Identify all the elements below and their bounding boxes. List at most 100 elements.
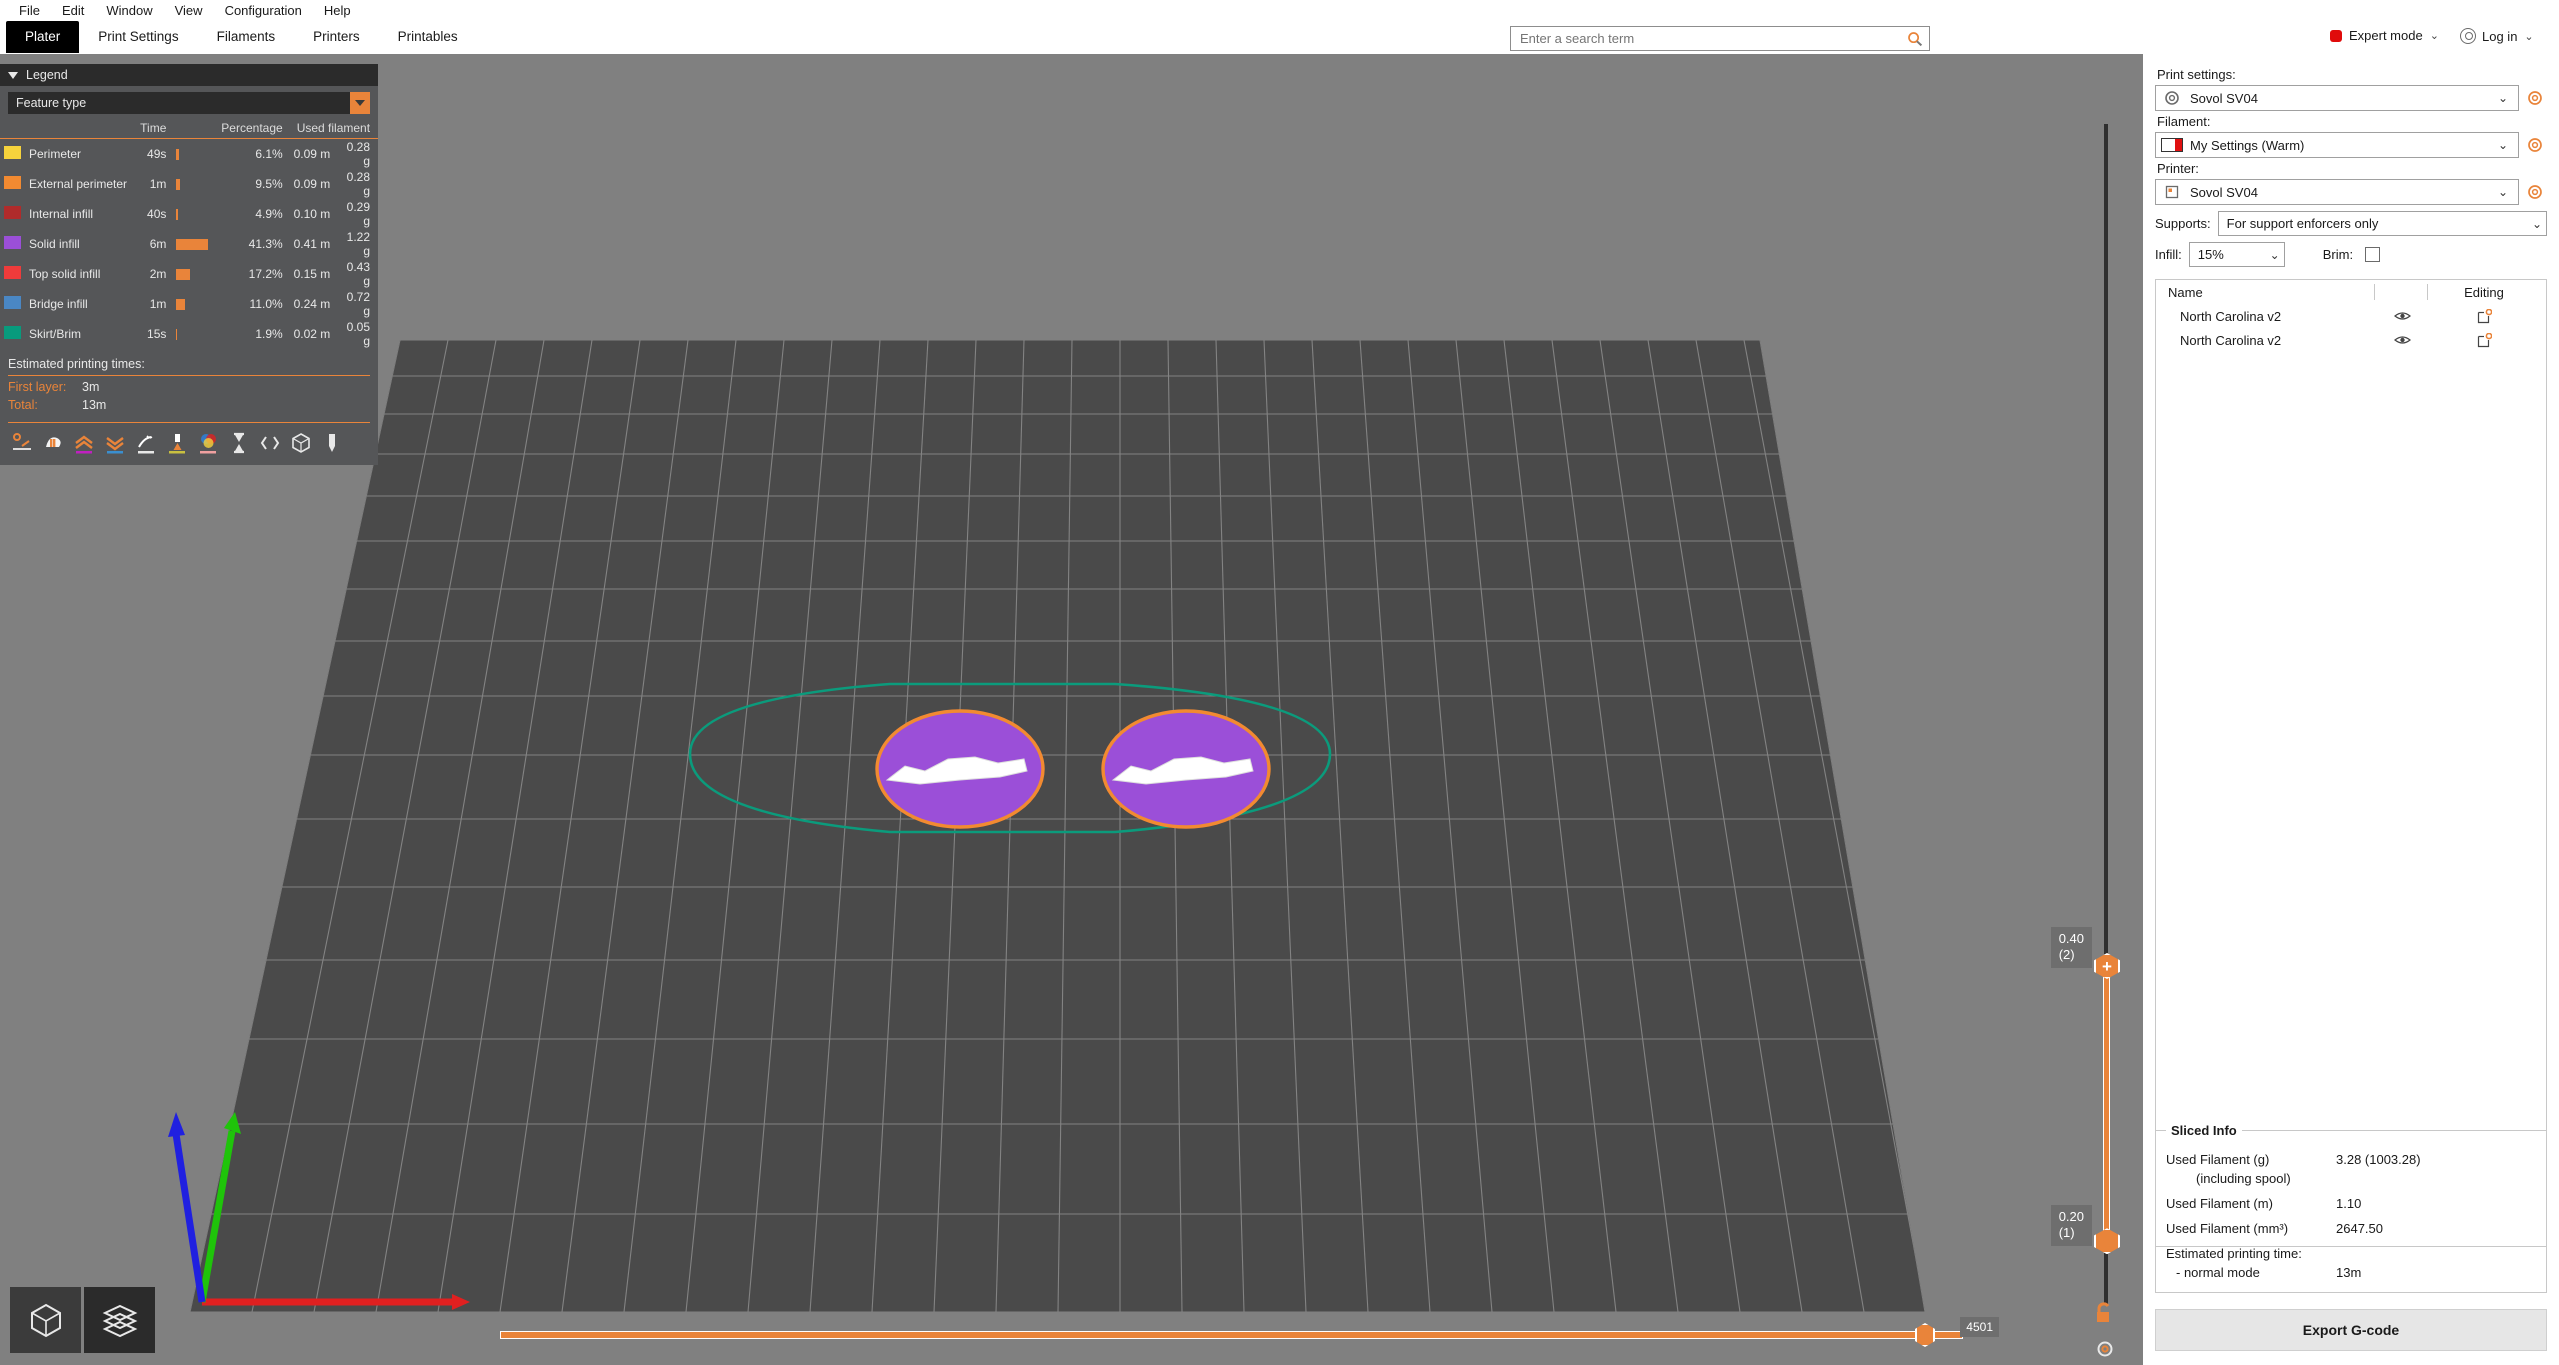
total-label: Total: [8,398,38,412]
percentage-bar [176,298,186,310]
supports-select[interactable]: For support enforcers only ⌄ [2217,211,2547,236]
editor-view-toggle[interactable] [10,1287,81,1353]
chevron-down-icon[interactable]: ⌄ [2492,185,2514,199]
feature-grams: 0.28 g [346,170,370,198]
chevron-down-icon[interactable]: ⌄ [2520,217,2542,231]
collapse-triangle-icon[interactable] [8,71,18,79]
unlocked-icon[interactable] [2093,1301,2115,1331]
view-type-selector[interactable]: Feature type [8,92,370,114]
menu-item-configuration[interactable]: Configuration [214,1,313,20]
retractions-icon[interactable] [41,431,65,455]
percentage-bar [176,148,179,160]
login-control[interactable]: Log in ⌄ [2460,28,2534,44]
sliced-info-subkey: (including spool) [2196,1171,2291,1186]
percentage-bar [176,268,190,280]
legend-row-external-perimeter[interactable]: External perimeter 1m 9.5% 0.09 m 0.28 g [0,169,378,199]
legend-header[interactable]: Legend [0,64,378,86]
menu-item-help[interactable]: Help [313,1,362,20]
shells-icon[interactable] [289,431,313,455]
legend-row-bridge-infill[interactable]: Bridge infill 1m 11.0% 0.24 m 0.72 g [0,289,378,319]
move-slider-horizontal[interactable]: 4501 [500,1317,1999,1347]
tab-printers[interactable]: Printers [294,21,379,53]
color-swatch [4,206,21,219]
sliced-info-value: 13m [2336,1265,2362,1280]
chevron-down-icon[interactable]: ⌄ [2492,138,2514,152]
tab-plater[interactable]: Plater [6,21,80,53]
supports-row: Supports: For support enforcers only ⌄ [2155,211,2547,236]
filament-edit-button[interactable] [2523,137,2547,153]
feature-meters: 0.24 m [293,297,331,311]
filament-select[interactable]: My Settings (Warm) ⌄ [2155,132,2519,158]
gear-icon[interactable] [2095,1339,2115,1359]
chevron-down-icon[interactable]: ⌄ [2258,248,2280,262]
sliced-info-subkey: - normal mode [2176,1265,2260,1280]
percentage-bar [176,238,208,250]
3d-viewport[interactable]: Legend Feature type Time Percentage Used… [0,54,2143,1365]
avatar [2460,28,2476,44]
lower-layer-index: (1) [2058,1224,2075,1240]
deretractions-icon[interactable] [103,431,127,455]
editing-icon[interactable] [2428,308,2540,324]
sliced-info-value: 3.28 (1003.28) [2336,1152,2421,1167]
custom-gcode-icon[interactable] [258,431,282,455]
sliced-info-row-grams-sub: (including spool) [2166,1169,2536,1188]
feature-meters: 0.41 m [293,237,331,251]
feature-meters: 0.02 m [293,327,331,341]
pause-prints-icon[interactable] [227,431,251,455]
color-changes-icon[interactable] [196,431,220,455]
legend-title: Legend [26,68,68,82]
printer-select[interactable]: Sovol SV04 ⌄ [2155,179,2519,205]
legend-row-solid-infill[interactable]: Solid infill 6m 41.3% 0.41 m 1.22 g [0,229,378,259]
printer-edit-button[interactable] [2523,184,2547,200]
brim-checkbox[interactable] [2365,247,2381,262]
infill-select[interactable]: 15% ⌄ [2188,242,2285,267]
print-settings-select[interactable]: Sovol SV04 ⌄ [2155,85,2519,111]
object-list-row[interactable]: North Carolina v2 [2156,328,2546,352]
chevron-down-icon[interactable] [350,92,370,114]
printer-label: Printer: [2157,161,2199,176]
chevron-down-icon[interactable]: ⌄ [2430,29,2439,42]
feature-time: 1m [149,297,167,311]
export-gcode-button[interactable]: Export G-code [2155,1309,2547,1351]
feature-grams: 0.28 g [346,140,370,168]
feature-percent: 6.1% [255,147,283,161]
search-input[interactable] [1520,31,1907,46]
legend-row-internal-infill[interactable]: Internal infill 40s 4.9% 0.10 m 0.29 g [0,199,378,229]
move-slider-track[interactable] [500,1331,1963,1339]
feature-percent: 1.9% [255,327,283,341]
tab-print-settings[interactable]: Print Settings [79,21,197,53]
object-list-row[interactable]: North Carolina v2 [2156,304,2546,328]
tool-marker-icon[interactable] [320,431,344,455]
legend-row-skirt-brim[interactable]: Skirt/Brim 15s 1.9% 0.02 m 0.05 g [0,319,378,349]
menu-item-file[interactable]: File [8,1,51,20]
sliced-info-panel: Sliced Info Used Filament (g) 3.28 (1003… [2155,1123,2547,1293]
seams-icon[interactable] [72,431,96,455]
tab-filaments[interactable]: Filaments [198,21,295,53]
tool-changes-icon[interactable] [165,431,189,455]
preview-view-toggle[interactable] [84,1287,155,1353]
search-icon[interactable] [1907,31,1923,47]
eye-icon[interactable] [2376,334,2428,346]
feature-grams: 0.72 g [346,290,370,318]
menu-item-view[interactable]: View [164,1,214,20]
chevron-down-icon[interactable]: ⌄ [2492,91,2514,105]
filament-row: My Settings (Warm) ⌄ [2155,132,2547,158]
menu-item-window[interactable]: Window [95,1,163,20]
feature-time: 2m [149,267,167,281]
travel-paths-icon[interactable] [10,431,34,455]
legend-row-top-solid-infill[interactable]: Top solid infill 2m 17.2% 0.15 m 0.43 g [0,259,378,289]
search-box[interactable] [1510,26,1930,51]
wipe-icon[interactable] [134,431,158,455]
move-slider-thumb[interactable] [1915,1323,1935,1347]
tab-printables[interactable]: Printables [379,21,477,53]
upper-layer-height: 0.40 [2058,931,2084,947]
layer-slider-vertical[interactable]: + 0.40 (2) 0.20 (1) [2050,124,2120,1305]
legend-row-perimeter[interactable]: Perimeter 49s 6.1% 0.09 m 0.28 g [0,139,378,170]
eye-icon[interactable] [2376,310,2428,322]
est-times-title: Estimated printing times: [8,357,370,376]
chevron-down-icon[interactable]: ⌄ [2524,30,2533,43]
print-settings-edit-button[interactable] [2523,90,2547,106]
mode-selector[interactable]: Expert mode ⌄ [2330,28,2439,43]
menu-item-edit[interactable]: Edit [51,1,95,20]
editing-icon[interactable] [2428,332,2540,348]
